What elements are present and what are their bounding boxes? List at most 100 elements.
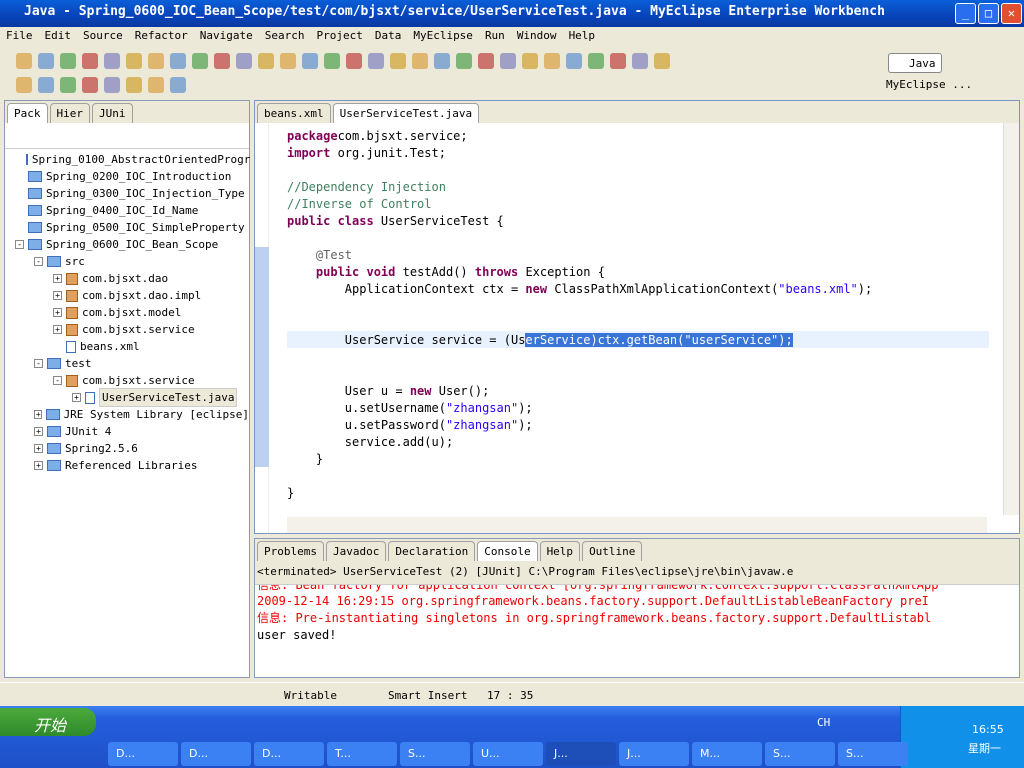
toolbar-icon[interactable] — [170, 77, 186, 93]
toolbar-icon[interactable] — [60, 77, 76, 93]
tab-hier[interactable]: Hier — [49, 103, 90, 123]
expand-icon[interactable]: + — [34, 427, 43, 436]
language-indicator[interactable]: CH — [817, 716, 830, 729]
tree-item[interactable]: + Referenced Libraries — [5, 457, 249, 474]
horizontal-scrollbar[interactable] — [287, 517, 987, 533]
tab-juni[interactable]: JUni — [92, 103, 133, 123]
collapse-icon[interactable]: - — [34, 257, 43, 266]
taskbar-button[interactable]: M... — [692, 742, 762, 766]
menu-navigate[interactable]: Navigate — [200, 29, 253, 44]
tab-javadoc[interactable]: Javadoc — [325, 541, 387, 561]
toolbar-icon[interactable] — [104, 77, 120, 93]
collapse-icon[interactable]: - — [34, 359, 43, 368]
toolbar-icon[interactable] — [82, 53, 98, 69]
toolbar-icon[interactable] — [522, 53, 538, 69]
toolbar-icon[interactable] — [368, 53, 384, 69]
tree-item[interactable]: +Spring_0400_IOC_Id_Name — [5, 202, 249, 219]
tree-item[interactable]: + JRE System Library [eclipse] — [5, 406, 249, 423]
expand-icon[interactable]: + — [34, 444, 43, 453]
toolbar-icon[interactable] — [192, 53, 208, 69]
taskbar-button[interactable]: D... — [181, 742, 251, 766]
toolbar-icon[interactable] — [38, 53, 54, 69]
tree-item[interactable]: + com.bjsxt.dao.impl — [5, 287, 249, 304]
taskbar-button[interactable]: T... — [327, 742, 397, 766]
toolbar-icon[interactable] — [82, 77, 98, 93]
toolbar-icon[interactable] — [148, 53, 164, 69]
maximize-button[interactable]: □ — [978, 3, 999, 24]
toolbar-icon[interactable] — [500, 53, 516, 69]
menu-search[interactable]: Search — [265, 29, 305, 44]
toolbar-icon[interactable] — [148, 77, 164, 93]
tree-item[interactable]: - test — [5, 355, 249, 372]
expand-icon[interactable]: + — [53, 325, 62, 334]
start-button[interactable]: 开始 — [0, 708, 96, 736]
taskbar-button[interactable]: S... — [838, 742, 908, 766]
toolbar-icon[interactable] — [236, 53, 252, 69]
tree-item[interactable]: + com.bjsxt.model — [5, 304, 249, 321]
vertical-scrollbar[interactable] — [1003, 123, 1019, 515]
tab-console[interactable]: Console — [477, 541, 538, 561]
expand-icon[interactable]: + — [53, 291, 62, 300]
perspective-myeclipse[interactable]: MyEclipse ... — [868, 78, 972, 91]
toolbar-icon[interactable] — [126, 53, 142, 69]
toolbar-icon[interactable] — [38, 77, 54, 93]
menu-file[interactable]: File — [6, 29, 33, 44]
toolbar-icon[interactable] — [346, 53, 362, 69]
toolbar-icon[interactable] — [126, 77, 142, 93]
toolbar-icon[interactable] — [566, 53, 582, 69]
toolbar-icon[interactable] — [610, 53, 626, 69]
toolbar-icon[interactable] — [60, 53, 76, 69]
tree-item[interactable]: + com.bjsxt.service — [5, 321, 249, 338]
editor-tab[interactable]: beans.xml — [257, 103, 331, 123]
toolbar-icon[interactable] — [390, 53, 406, 69]
tree-item[interactable]: - src — [5, 253, 249, 270]
expand-icon[interactable]: + — [34, 410, 43, 419]
tab-outline[interactable]: Outline — [582, 541, 643, 561]
expand-icon[interactable]: + — [53, 274, 62, 283]
expand-icon[interactable]: + — [72, 393, 81, 402]
expand-icon[interactable]: + — [53, 308, 62, 317]
toolbar-icon[interactable] — [434, 53, 450, 69]
toolbar-icon[interactable] — [16, 77, 32, 93]
tree-item[interactable]: +Spring_0500_IOC_SimpleProperty — [5, 219, 249, 236]
toolbar-icon[interactable] — [302, 53, 318, 69]
collapse-icon[interactable]: - — [53, 376, 62, 385]
toolbar-icon[interactable] — [412, 53, 428, 69]
menu-data[interactable]: Data — [375, 29, 402, 44]
toolbar-icon[interactable] — [456, 53, 472, 69]
toolbar-icon[interactable] — [170, 53, 186, 69]
console-output[interactable]: 信息: Bean factory for application context… — [255, 585, 1019, 677]
tree-item[interactable]: + Spring2.5.6 — [5, 440, 249, 457]
menu-help[interactable]: Help — [569, 29, 596, 44]
toolbar-icon[interactable] — [544, 53, 560, 69]
tab-pack[interactable]: Pack — [7, 103, 48, 123]
menu-run[interactable]: Run — [485, 29, 505, 44]
tree-item[interactable]: + UserServiceTest.java — [5, 388, 249, 407]
taskbar-button[interactable]: U... — [473, 742, 543, 766]
editor-tab[interactable]: UserServiceTest.java — [332, 103, 480, 123]
toolbar-icon[interactable] — [214, 53, 230, 69]
tree-item[interactable]: +beans.xml — [5, 338, 249, 355]
toolbar-icon[interactable] — [280, 53, 296, 69]
toolbar-icon[interactable] — [654, 53, 670, 69]
tab-help[interactable]: Help — [539, 541, 581, 561]
menu-edit[interactable]: Edit — [45, 29, 72, 44]
tree-item[interactable]: + JUnit 4 — [5, 423, 249, 440]
collapse-icon[interactable]: - — [15, 240, 24, 249]
menu-window[interactable]: Window — [517, 29, 557, 44]
perspective-java[interactable]: Java — [888, 53, 942, 73]
toolbar-icon[interactable] — [324, 53, 340, 69]
menu-myeclipse[interactable]: MyEclipse — [413, 29, 473, 44]
menu-refactor[interactable]: Refactor — [135, 29, 188, 44]
toolbar-icon[interactable] — [104, 53, 120, 69]
code-area[interactable]: packagecom.bjsxt.service; import org.juni… — [287, 128, 872, 502]
toolbar-icon[interactable] — [632, 53, 648, 69]
menu-source[interactable]: Source — [83, 29, 123, 44]
toolbar-icon[interactable] — [588, 53, 604, 69]
tree-item[interactable]: +Spring_0300_IOC_Injection_Type — [5, 185, 249, 202]
taskbar-button[interactable]: S... — [765, 742, 835, 766]
toolbar-icon[interactable] — [16, 53, 32, 69]
tab-declaration[interactable]: Declaration — [388, 541, 476, 561]
tab-problems[interactable]: Problems — [257, 541, 324, 561]
taskbar-button[interactable]: S... — [400, 742, 470, 766]
